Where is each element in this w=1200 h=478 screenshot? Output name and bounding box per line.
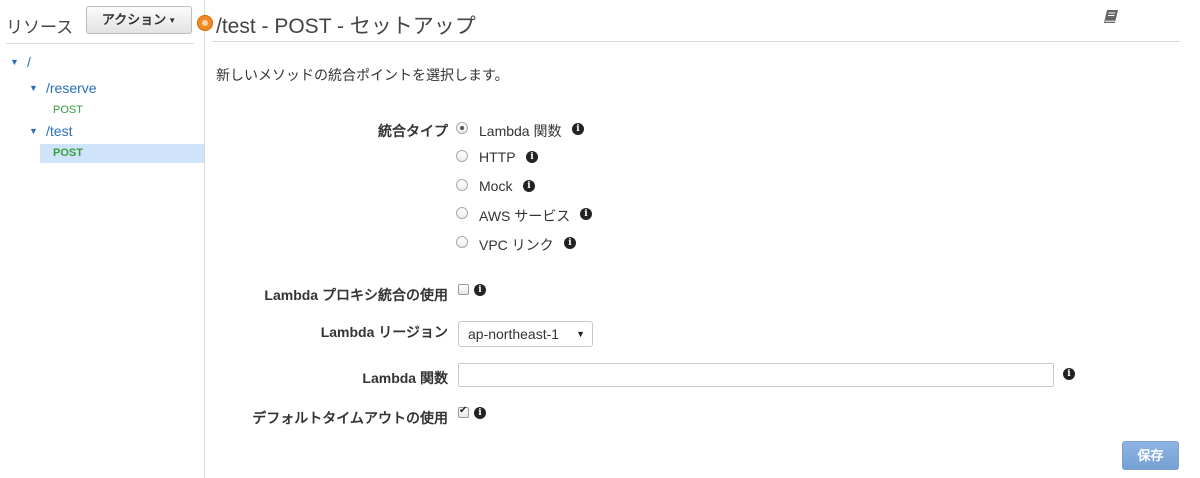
proxy-integration-checkbox[interactable] — [458, 284, 469, 295]
radio-button[interactable] — [456, 179, 468, 191]
method-label[interactable]: POST — [53, 104, 83, 116]
tree-item-test-post[interactable]: POST — [40, 144, 204, 163]
expand-arrow-icon[interactable]: ▼ — [29, 83, 39, 93]
save-button[interactable]: 保存 — [1122, 441, 1179, 470]
info-icon[interactable]: i — [523, 180, 535, 192]
tree-item-root[interactable]: ▼ / — [0, 54, 204, 74]
method-label[interactable]: POST — [53, 147, 83, 159]
radio-button[interactable] — [456, 150, 468, 162]
region-select[interactable]: ap-northeast-1 ▼ — [458, 321, 593, 347]
integration-type-label: 統合タイプ — [378, 123, 448, 139]
info-icon[interactable]: i — [1063, 368, 1075, 380]
info-icon[interactable]: i — [526, 151, 538, 163]
tree-item-label[interactable]: /test — [46, 123, 72, 139]
radio-button[interactable] — [456, 207, 468, 219]
caret-down-icon: ▼ — [168, 16, 177, 25]
resources-sidebar: リソース アクション ▼ ▼ / ▼ /reserve POST ▼ /test … — [0, 0, 205, 478]
info-icon[interactable]: i — [564, 237, 576, 249]
tree-item-reserve[interactable]: ▼ /reserve — [0, 79, 204, 99]
book-icon[interactable] — [1102, 8, 1120, 26]
tree-item-test[interactable]: ▼ /test — [0, 122, 204, 142]
info-icon[interactable]: i — [580, 208, 592, 220]
resources-title: リソース — [6, 18, 74, 37]
description: 新しいメソッドの統合ポイントを選択します。 — [216, 67, 509, 83]
title-divider — [212, 41, 1180, 42]
radio-label[interactable]: Mock — [479, 178, 512, 194]
expand-arrow-icon[interactable]: ▼ — [10, 57, 20, 67]
radio-label[interactable]: Lambda 関数 — [479, 121, 561, 141]
info-icon[interactable]: i — [572, 123, 584, 135]
actions-button-label: アクション — [101, 12, 167, 27]
proxy-integration-label: Lambda プロキシ統合の使用 — [264, 287, 448, 303]
divider — [6, 43, 194, 44]
actions-button[interactable]: アクション ▼ — [86, 6, 192, 34]
resources-header: リソース アクション ▼ — [0, 0, 204, 46]
chevron-down-icon: ▼ — [576, 329, 585, 339]
info-icon[interactable]: i — [474, 407, 486, 419]
radio-button[interactable] — [456, 122, 468, 134]
region-label: Lambda リージョン — [320, 324, 448, 340]
default-timeout-label: デフォルトタイムアウトの使用 — [252, 410, 448, 426]
function-label: Lambda 関数 — [362, 370, 448, 386]
tree-item-reserve-post[interactable]: POST — [0, 101, 204, 119]
tree-item-label[interactable]: /reserve — [46, 80, 97, 96]
radio-button[interactable] — [456, 236, 468, 248]
region-select-value: ap-northeast-1 — [468, 326, 560, 342]
radio-label[interactable]: HTTP — [479, 149, 516, 165]
tree-item-label[interactable]: / — [27, 54, 31, 70]
expand-arrow-icon[interactable]: ▼ — [29, 126, 39, 136]
default-timeout-checkbox[interactable] — [458, 405, 469, 418]
panel-marker-icon — [197, 15, 213, 31]
radio-label[interactable]: VPC リンク — [479, 235, 554, 255]
info-icon[interactable]: i — [474, 284, 486, 296]
function-input[interactable] — [458, 363, 1054, 387]
page-title: /test - POST - セットアップ — [216, 15, 476, 38]
radio-label[interactable]: AWS サービス — [479, 206, 570, 226]
